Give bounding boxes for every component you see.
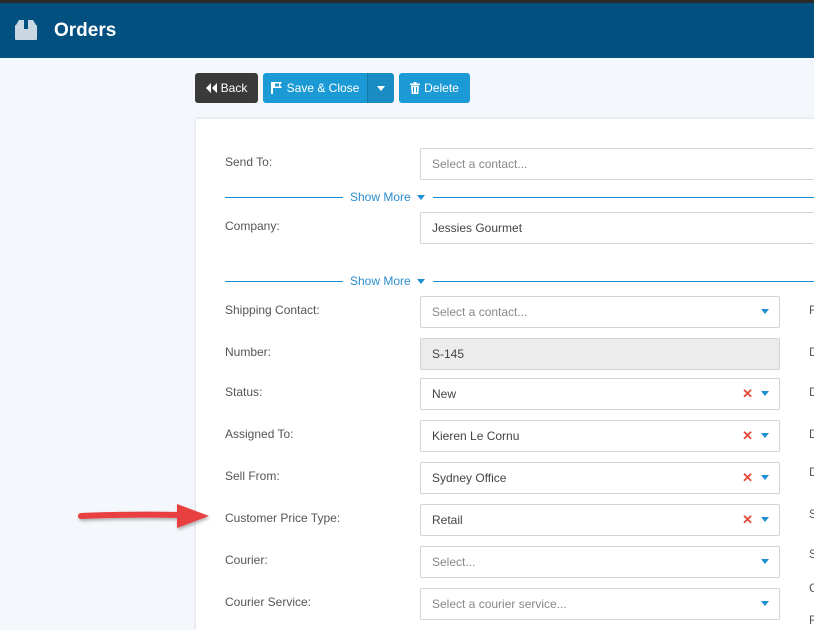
annotation-arrow-icon bbox=[78, 504, 209, 528]
number-field: S-145 bbox=[420, 338, 780, 370]
back-button-label: Back bbox=[220, 81, 248, 95]
company-label: Company: bbox=[225, 219, 280, 233]
send-to-placeholder: Select a contact... bbox=[432, 157, 528, 171]
sell-from-value: Sydney Office bbox=[432, 471, 507, 485]
page-header: Orders bbox=[0, 3, 814, 58]
show-more-label: Show More bbox=[350, 190, 411, 204]
status-select[interactable]: New ✕ bbox=[420, 378, 780, 410]
number-label: Number: bbox=[225, 345, 272, 359]
send-to-label: Send To: bbox=[225, 155, 273, 169]
show-more-label: Show More bbox=[350, 274, 411, 288]
delete-button[interactable]: Delete bbox=[399, 73, 470, 103]
show-more-toggle[interactable]: Show More bbox=[350, 274, 425, 288]
page-title: Orders bbox=[54, 20, 117, 41]
assigned-to-label: Assigned To: bbox=[225, 427, 294, 441]
courier-service-label: Courier Service: bbox=[225, 595, 312, 609]
courier-service-select[interactable]: Select a courier service... bbox=[420, 588, 780, 620]
status-label: Status: bbox=[225, 385, 263, 399]
caret-down-icon[interactable] bbox=[761, 475, 769, 480]
courier-select[interactable]: Select... bbox=[420, 546, 780, 578]
caret-down-icon[interactable] bbox=[761, 433, 769, 438]
clear-icon[interactable]: ✕ bbox=[742, 387, 753, 401]
shipping-contact-select[interactable]: Select a contact... bbox=[420, 296, 780, 328]
courier-placeholder: Select... bbox=[432, 555, 476, 569]
caret-down-icon[interactable] bbox=[761, 309, 769, 314]
clear-icon[interactable]: ✕ bbox=[742, 513, 753, 527]
section-divider bbox=[225, 197, 343, 198]
save-flag-icon bbox=[270, 82, 282, 94]
delete-button-label: Delete bbox=[424, 81, 459, 95]
caret-down-icon bbox=[416, 278, 425, 284]
assigned-to-select[interactable]: Kieren Le Cornu ✕ bbox=[420, 420, 780, 452]
clear-icon[interactable]: ✕ bbox=[742, 429, 753, 443]
back-button[interactable]: Back bbox=[195, 73, 258, 103]
box-icon bbox=[14, 19, 38, 41]
caret-down-icon bbox=[377, 85, 385, 91]
caret-down-icon[interactable] bbox=[761, 517, 769, 522]
trash-icon bbox=[410, 82, 421, 94]
save-close-button[interactable]: Save & Close bbox=[263, 73, 367, 103]
side-column-label: F bbox=[809, 303, 814, 317]
side-column-label: C bbox=[809, 581, 814, 595]
side-column-label: S bbox=[809, 547, 814, 561]
company-value: Jessies Gourmet bbox=[432, 221, 523, 235]
side-column-label: D bbox=[809, 427, 814, 441]
customer-price-type-select[interactable]: Retail ✕ bbox=[420, 504, 780, 536]
company-field[interactable]: Jessies Gourmet bbox=[420, 212, 814, 244]
show-more-toggle[interactable]: Show More bbox=[350, 190, 425, 204]
shipping-contact-label: Shipping Contact: bbox=[225, 303, 320, 317]
number-value: S-145 bbox=[432, 347, 465, 361]
side-column-label: S bbox=[809, 507, 814, 521]
caret-down-icon[interactable] bbox=[761, 559, 769, 564]
section-divider bbox=[225, 281, 343, 282]
save-close-button-label: Save & Close bbox=[286, 81, 360, 95]
status-value: New bbox=[432, 387, 457, 401]
double-chevron-left-icon bbox=[205, 83, 217, 93]
caret-down-icon[interactable] bbox=[761, 601, 769, 606]
send-to-select[interactable]: Select a contact... bbox=[420, 148, 814, 180]
shipping-contact-placeholder: Select a contact... bbox=[432, 305, 528, 319]
caret-down-icon[interactable] bbox=[761, 391, 769, 396]
customer-price-type-label: Customer Price Type: bbox=[225, 511, 341, 525]
side-column-label: D bbox=[809, 385, 814, 399]
assigned-to-value: Kieren Le Cornu bbox=[432, 429, 520, 443]
courier-label: Courier: bbox=[225, 553, 268, 567]
sell-from-label: Sell From: bbox=[225, 469, 280, 483]
section-divider bbox=[433, 197, 814, 198]
customer-price-type-value: Retail bbox=[432, 513, 463, 527]
side-column-label: D bbox=[809, 465, 814, 479]
clear-icon[interactable]: ✕ bbox=[742, 471, 753, 485]
side-column-label: D bbox=[809, 345, 814, 359]
courier-service-placeholder: Select a courier service... bbox=[432, 597, 567, 611]
sell-from-select[interactable]: Sydney Office ✕ bbox=[420, 462, 780, 494]
caret-down-icon bbox=[416, 194, 425, 200]
section-divider bbox=[433, 281, 814, 282]
side-column-label: F bbox=[809, 613, 814, 627]
save-options-dropdown-button[interactable] bbox=[367, 73, 394, 103]
